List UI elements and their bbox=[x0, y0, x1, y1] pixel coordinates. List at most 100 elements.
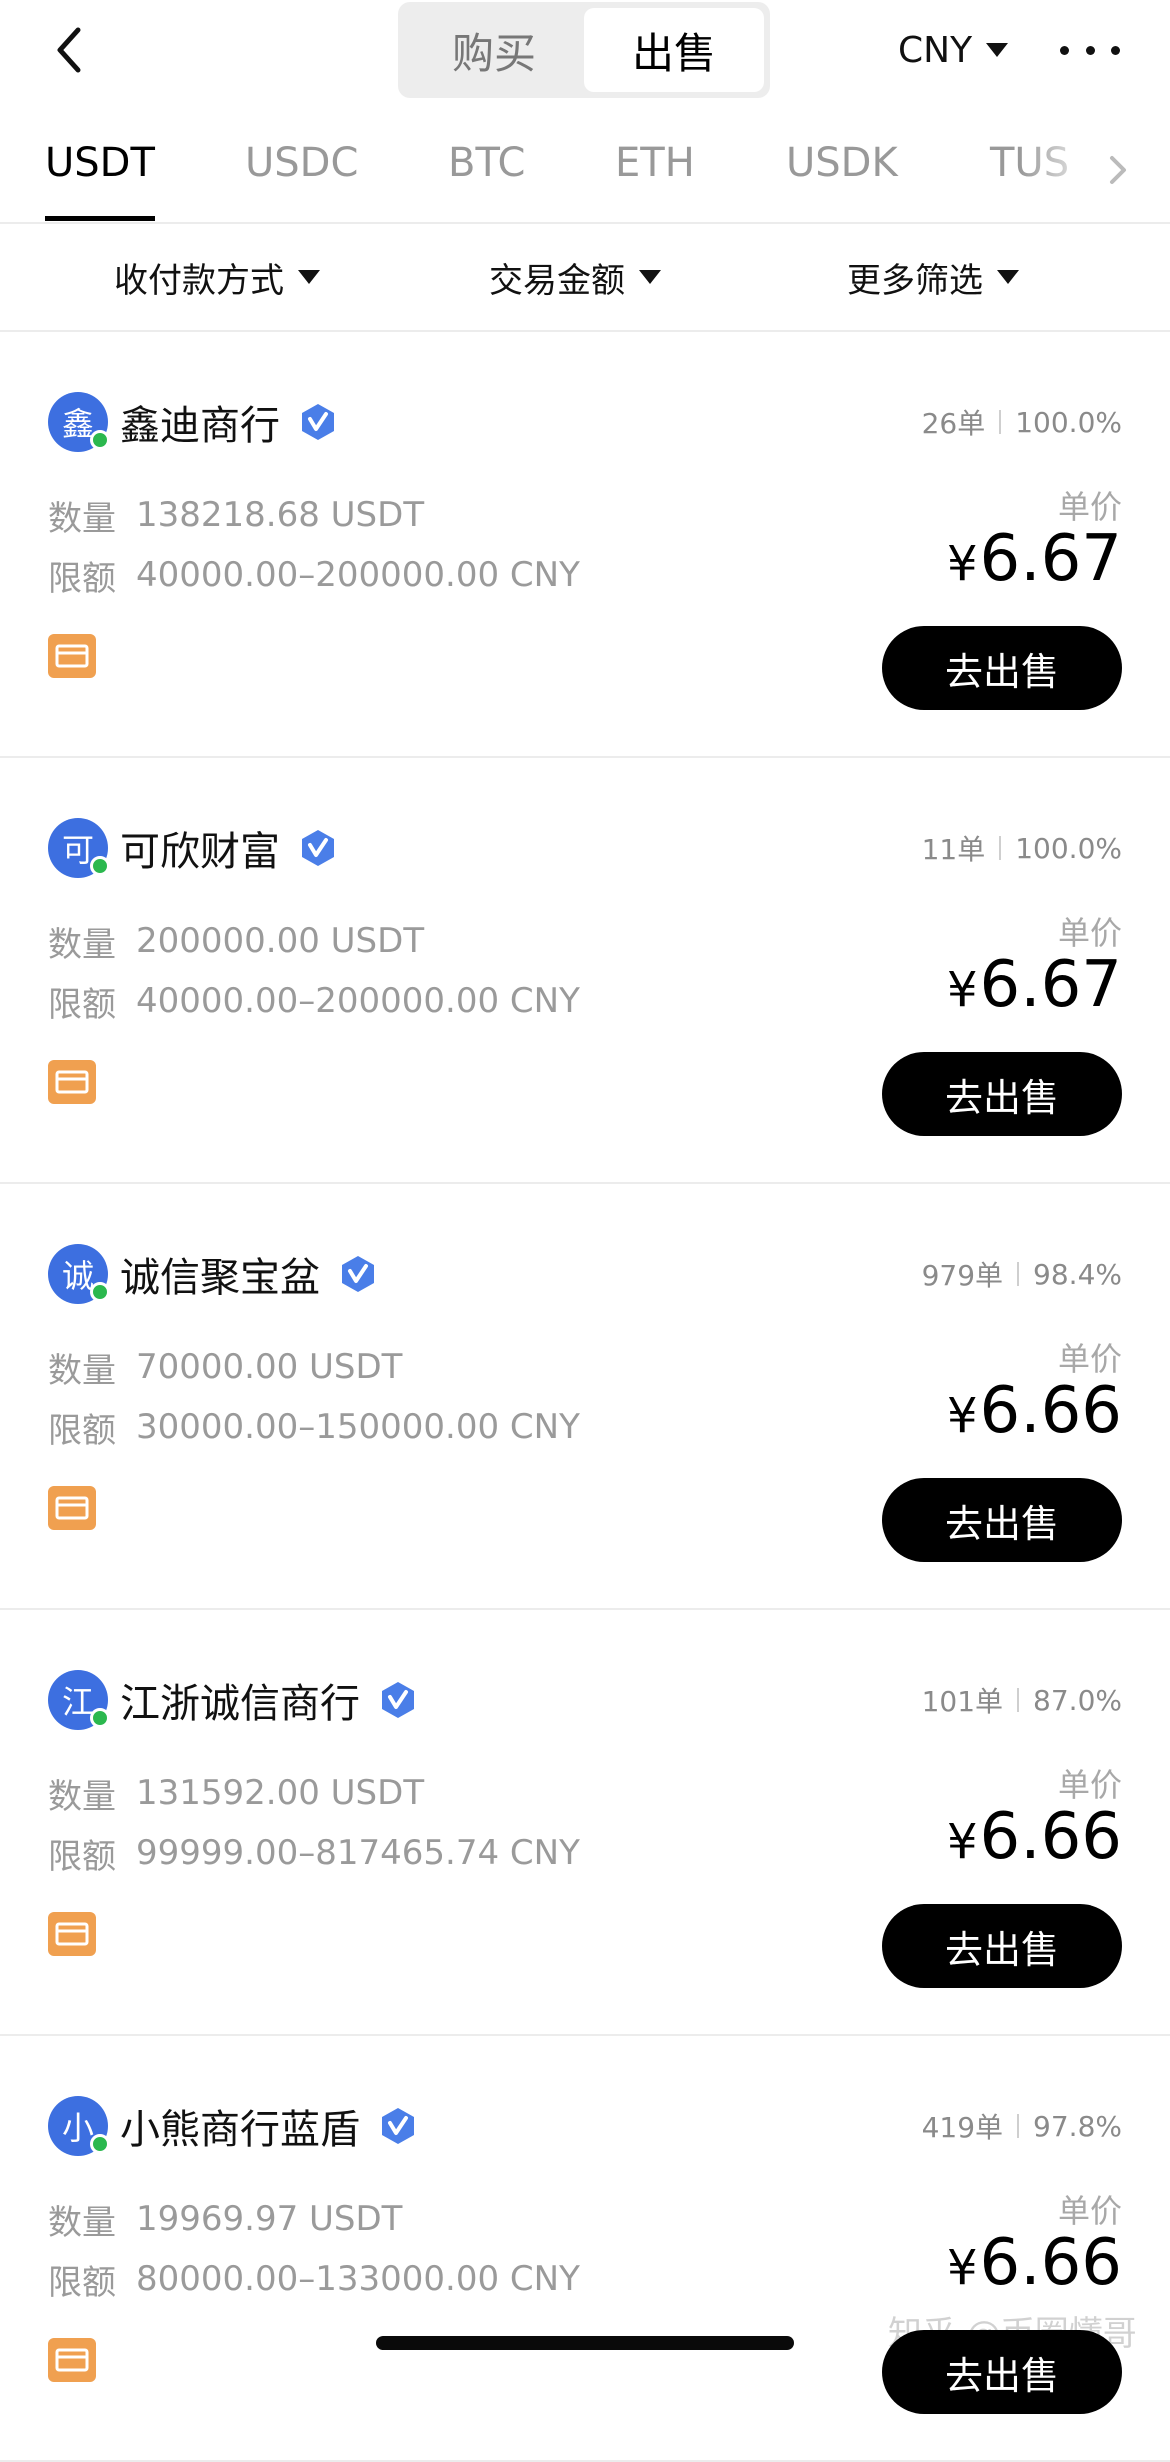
quantity-label: 数量 bbox=[48, 924, 116, 965]
dot bbox=[1060, 45, 1069, 55]
order-count: 419单 bbox=[921, 2111, 1004, 2144]
buy-sell-segmented-control: 购买 出售 bbox=[398, 2, 770, 98]
quantity-row: 数量 200000.00 USDT bbox=[48, 918, 425, 965]
ad-card[interactable]: 可 可欣财富 11单 100.0% 数量 200000.00 USDT 限额 4… bbox=[0, 758, 1170, 1184]
bank-card-icon bbox=[48, 1486, 96, 1530]
merchant-avatar[interactable]: 诚 bbox=[48, 1244, 110, 1304]
filter-label: 交易金额 bbox=[489, 260, 625, 301]
more-filters[interactable]: 更多筛选 bbox=[847, 254, 1019, 301]
ad-card[interactable]: 诚 诚信聚宝盆 979单 98.4% 数量 70000.00 USDT 限额 3… bbox=[0, 1184, 1170, 1610]
quantity-value: 131592.00 USDT bbox=[136, 1773, 425, 1813]
completion-rate: 100.0% bbox=[1015, 831, 1122, 865]
sell-button[interactable]: 去出售 bbox=[882, 626, 1122, 710]
merchant-name[interactable]: 江浙诚信商行 bbox=[120, 1672, 418, 1728]
divider bbox=[1017, 1688, 1020, 1712]
merchant-name-text: 小熊商行蓝盾 bbox=[120, 2107, 360, 2153]
price-value: 6.66 bbox=[979, 1800, 1123, 1874]
sell-button[interactable]: 去出售 bbox=[882, 1478, 1122, 1562]
order-count: 26单 bbox=[921, 407, 986, 440]
merchant-name[interactable]: 鑫迪商行 bbox=[120, 394, 338, 450]
tab-btc[interactable]: BTC bbox=[448, 140, 525, 186]
unit-price: ¥ 6.66 bbox=[947, 1374, 1122, 1448]
price-value: 6.67 bbox=[979, 522, 1123, 596]
home-indicator bbox=[376, 2336, 794, 2350]
merchant-stats: 101单 87.0% bbox=[922, 1680, 1122, 1720]
ad-card[interactable]: 鑫 鑫迪商行 26单 100.0% 数量 138218.68 USDT 限额 4… bbox=[0, 332, 1170, 758]
verified-badge-icon bbox=[302, 830, 334, 866]
online-status-dot bbox=[90, 1282, 110, 1302]
merchant-name[interactable]: 小熊商行蓝盾 bbox=[120, 2098, 418, 2154]
bank-card-icon bbox=[48, 1060, 96, 1104]
sell-tab[interactable]: 出售 bbox=[584, 8, 764, 92]
tabs-fade-overlay bbox=[1020, 120, 1170, 220]
limit-label: 限额 bbox=[48, 1410, 116, 1451]
tab-usdt[interactable]: USDT bbox=[45, 140, 155, 186]
chevron-left-icon bbox=[57, 27, 81, 73]
tab-usdc[interactable]: USDC bbox=[245, 140, 358, 186]
completion-rate: 87.0% bbox=[1033, 1683, 1122, 1717]
price-value: 6.67 bbox=[979, 948, 1123, 1022]
limit-value: 80000.00–133000.00 CNY bbox=[136, 2259, 580, 2299]
caret-down-icon bbox=[298, 270, 320, 284]
merchant-stats: 26单 100.0% bbox=[922, 402, 1122, 442]
quantity-label: 数量 bbox=[48, 498, 116, 539]
order-count: 979单 bbox=[921, 1259, 1004, 1292]
more-options-button[interactable] bbox=[1060, 28, 1120, 72]
currency-selector[interactable]: CNY bbox=[898, 26, 1009, 74]
merchant-stats: 979单 98.4% bbox=[922, 1254, 1122, 1294]
tab-eth[interactable]: ETH bbox=[615, 140, 695, 186]
verified-badge-icon bbox=[382, 1682, 414, 1718]
quantity-value: 19969.97 USDT bbox=[136, 2199, 403, 2239]
merchant-avatar[interactable]: 江 bbox=[48, 1670, 110, 1730]
unit-price: ¥ 6.66 bbox=[947, 2226, 1122, 2300]
merchant-avatar[interactable]: 可 bbox=[48, 818, 110, 878]
payment-method-filter[interactable]: 收付款方式 bbox=[114, 254, 320, 301]
completion-rate: 98.4% bbox=[1033, 1257, 1122, 1291]
merchant-name-text: 鑫迪商行 bbox=[120, 403, 280, 449]
merchant-name[interactable]: 可欣财富 bbox=[120, 820, 338, 876]
quantity-value: 200000.00 USDT bbox=[136, 921, 425, 961]
filter-label: 更多筛选 bbox=[847, 260, 983, 301]
divider bbox=[1017, 2114, 1020, 2138]
merchant-name-text: 江浙诚信商行 bbox=[120, 1681, 360, 1727]
sell-button[interactable]: 去出售 bbox=[882, 1052, 1122, 1136]
back-button[interactable] bbox=[40, 20, 100, 80]
yen-symbol: ¥ bbox=[946, 1388, 978, 1444]
online-status-dot bbox=[90, 430, 110, 450]
limit-label: 限额 bbox=[48, 984, 116, 1025]
trade-amount-filter[interactable]: 交易金额 bbox=[489, 254, 661, 301]
merchant-stats: 419单 97.8% bbox=[922, 2106, 1122, 2146]
completion-rate: 97.8% bbox=[1033, 2109, 1122, 2143]
ad-card[interactable]: 江 江浙诚信商行 101单 87.0% 数量 131592.00 USDT 限额… bbox=[0, 1610, 1170, 2036]
price-value: 6.66 bbox=[979, 2226, 1123, 2300]
merchant-name-text: 诚信聚宝盆 bbox=[120, 1255, 320, 1301]
merchant-avatar[interactable]: 小 bbox=[48, 2096, 110, 2156]
online-status-dot bbox=[90, 856, 110, 876]
limit-row: 限额 40000.00–200000.00 CNY bbox=[48, 978, 580, 1025]
divider bbox=[999, 836, 1002, 860]
limit-label: 限额 bbox=[48, 2262, 116, 2303]
quantity-row: 数量 70000.00 USDT bbox=[48, 1344, 403, 1391]
bank-card-icon bbox=[48, 634, 96, 678]
caret-down-icon bbox=[639, 270, 661, 284]
limit-row: 限额 40000.00–200000.00 CNY bbox=[48, 552, 580, 599]
merchant-name[interactable]: 诚信聚宝盆 bbox=[120, 1246, 378, 1302]
quantity-value: 70000.00 USDT bbox=[136, 1347, 403, 1387]
chevron-right-icon[interactable] bbox=[1098, 150, 1138, 190]
limit-value: 30000.00–150000.00 CNY bbox=[136, 1407, 580, 1447]
online-status-dot bbox=[90, 1708, 110, 1728]
verified-badge-icon bbox=[302, 404, 334, 440]
yen-symbol: ¥ bbox=[946, 536, 978, 592]
buy-tab[interactable]: 购买 bbox=[404, 8, 584, 92]
tab-usdk[interactable]: USDK bbox=[786, 140, 898, 186]
bank-card-icon bbox=[48, 1912, 96, 1956]
merchant-stats: 11单 100.0% bbox=[922, 828, 1122, 868]
quantity-row: 数量 19969.97 USDT bbox=[48, 2196, 403, 2243]
merchant-avatar[interactable]: 鑫 bbox=[48, 392, 110, 452]
ad-card[interactable]: 小 小熊商行蓝盾 419单 97.8% 数量 19969.97 USDT 限额 … bbox=[0, 2036, 1170, 2462]
currency-label: CNY bbox=[898, 29, 973, 71]
quantity-label: 数量 bbox=[48, 1776, 116, 1817]
filter-label: 收付款方式 bbox=[114, 260, 284, 301]
sell-button[interactable]: 去出售 bbox=[882, 1904, 1122, 1988]
limit-row: 限额 80000.00–133000.00 CNY bbox=[48, 2256, 580, 2303]
